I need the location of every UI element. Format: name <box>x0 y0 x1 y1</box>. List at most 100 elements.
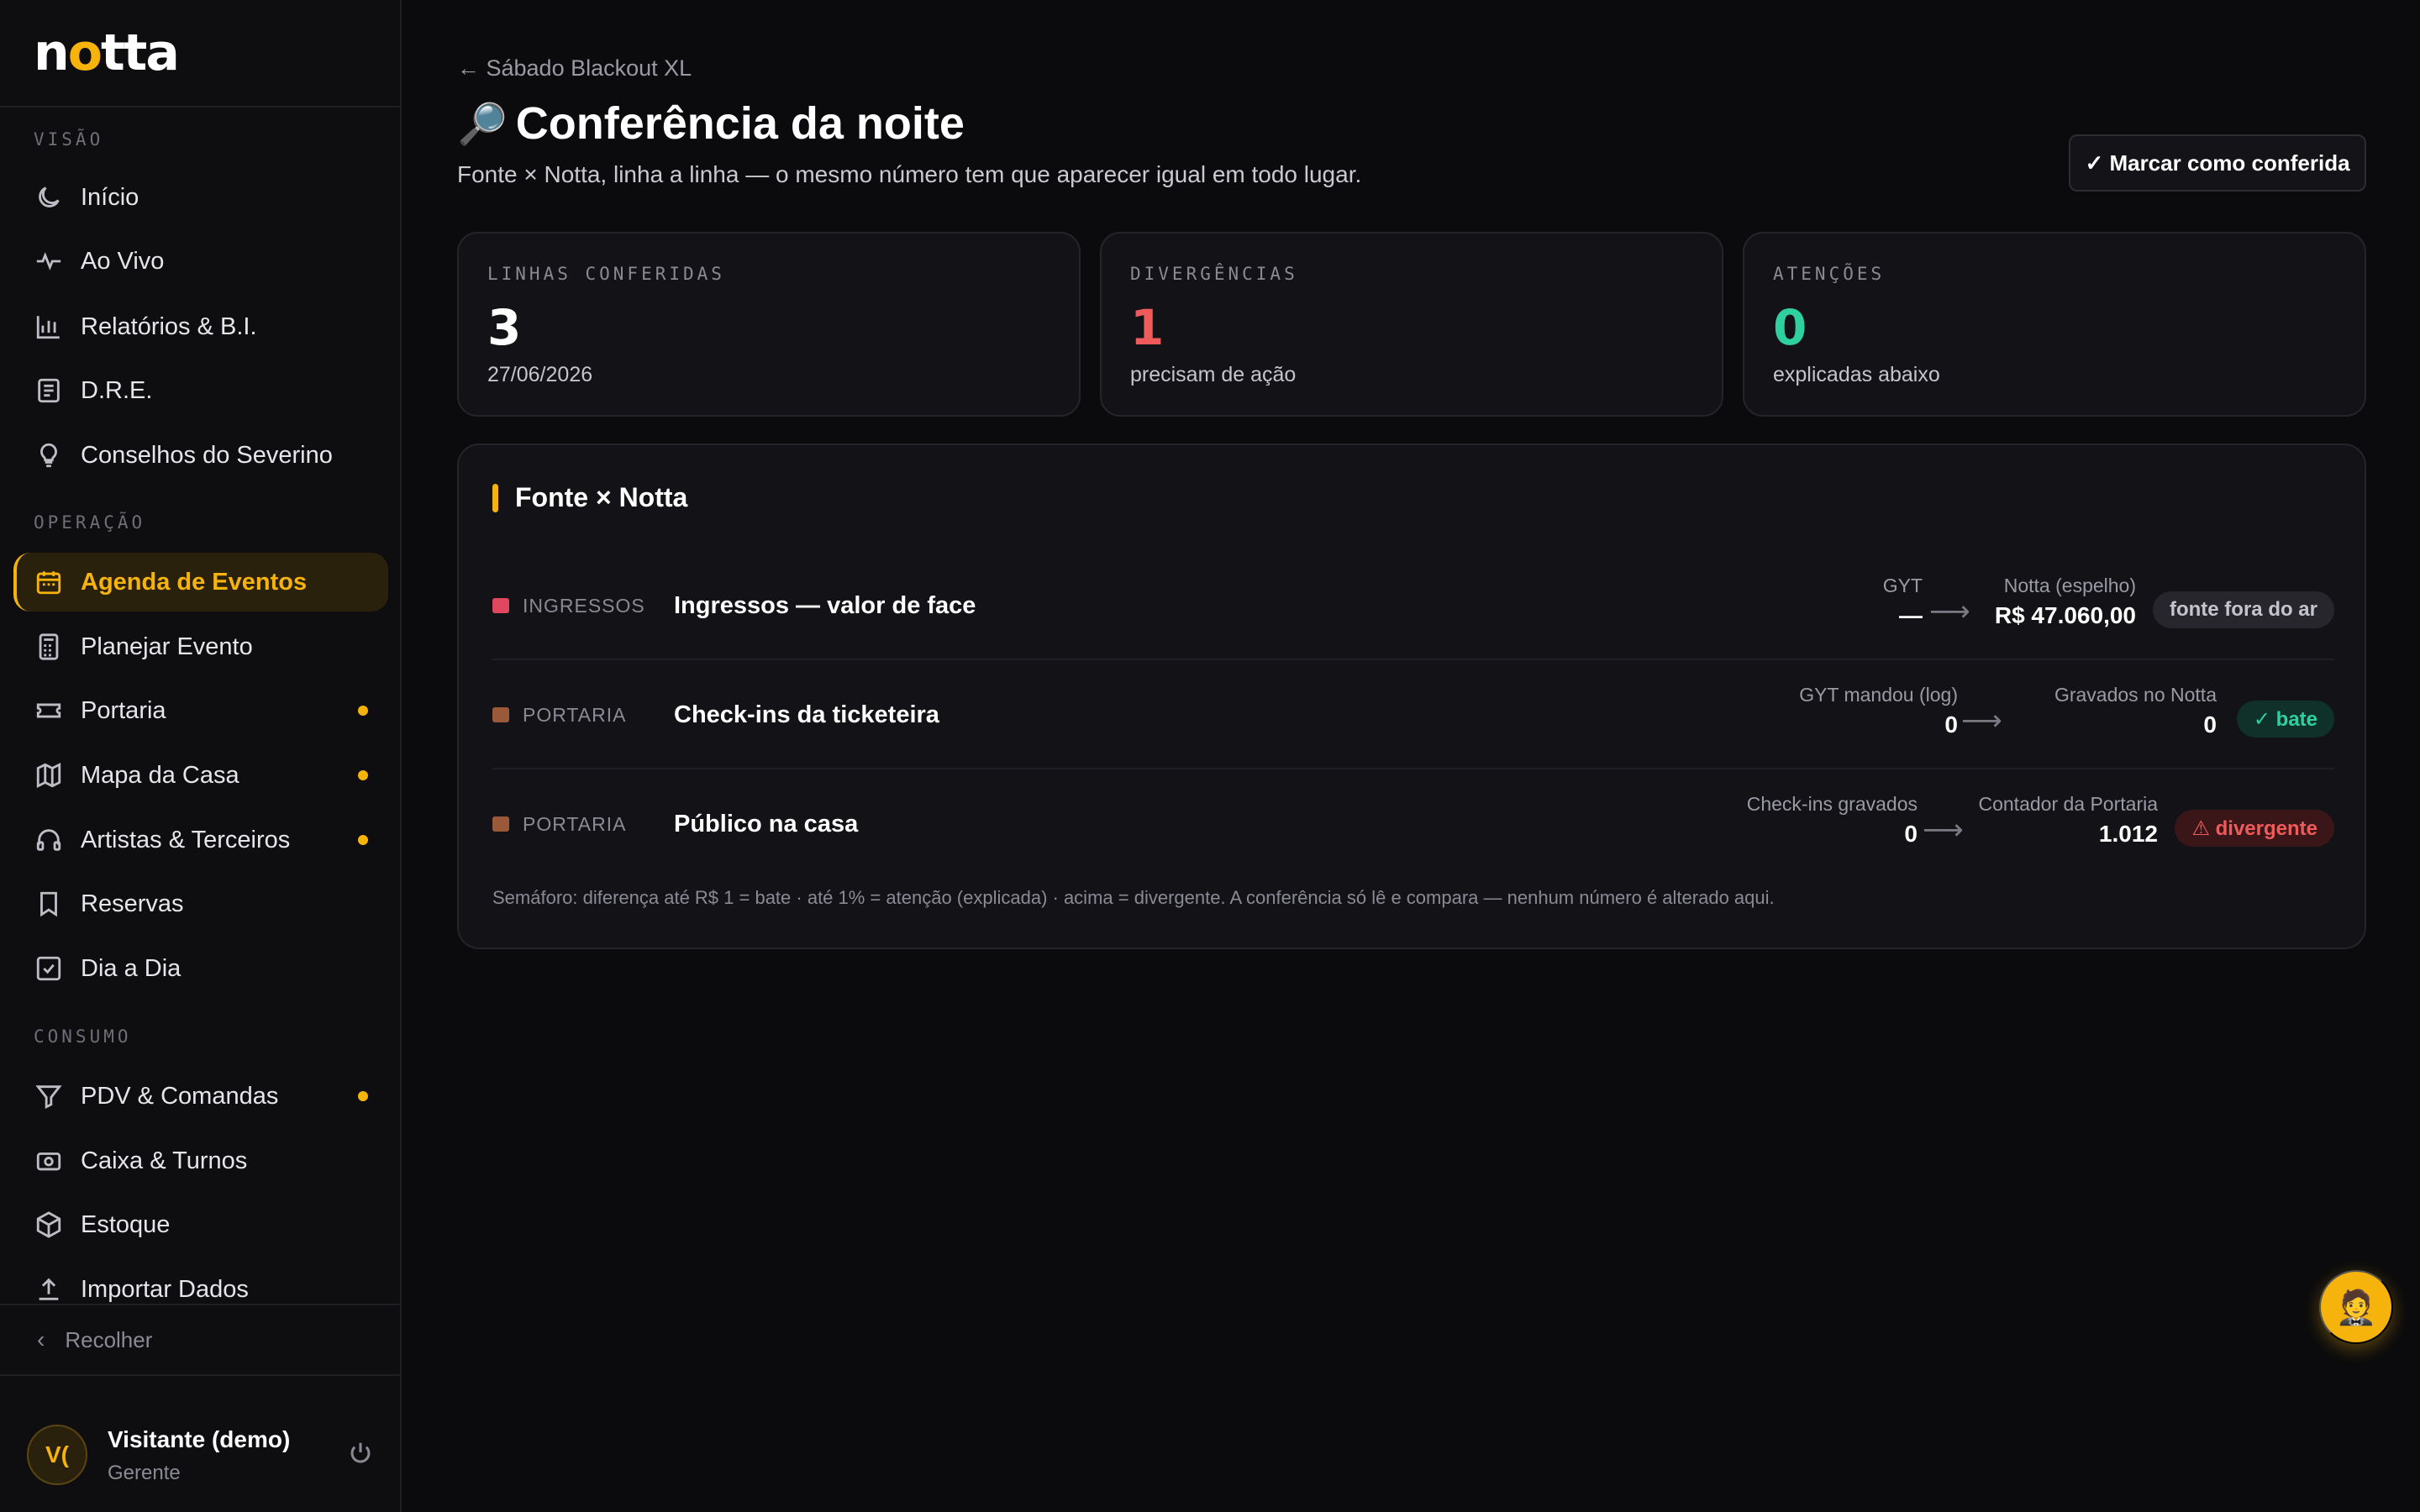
collapse-label: Recolher <box>65 1326 153 1352</box>
notification-dot <box>358 1091 368 1101</box>
page-subtitle: Fonte × Notta, linha a linha — o mesmo n… <box>457 161 1362 187</box>
cash-register-icon <box>34 1146 64 1176</box>
notification-dot <box>358 706 368 716</box>
page-title-text: Conferência da noite <box>515 98 965 149</box>
box-icon <box>34 1210 64 1240</box>
sidebar-item-importar-dados[interactable]: Importar Dados <box>13 1260 388 1304</box>
notta-logo[interactable]: notta <box>34 24 180 82</box>
sidebar-item-relatorios[interactable]: Relatórios & B.I. <box>13 297 388 356</box>
sidebar-item-dre[interactable]: D.R.E. <box>13 361 388 420</box>
table-row: INGRESSOS Ingressos — valor de face GYT … <box>492 551 2334 660</box>
door-icon <box>492 816 509 832</box>
accent-bar <box>492 483 498 512</box>
arrow-right-icon: ⟶ <box>1923 814 1964 846</box>
row-label: Ingressos — valor de face <box>674 591 976 619</box>
notification-dot <box>358 770 368 780</box>
sidebar-item-caixa-turnos[interactable]: Caixa & Turnos <box>13 1131 388 1190</box>
row-category: PORTARIA <box>492 769 626 879</box>
source-number: — <box>1899 602 1923 628</box>
section-label-operacao: OPERAÇÃO <box>34 512 146 533</box>
source-number: 0 <box>1944 711 1958 738</box>
sidebar-item-portaria[interactable]: Portaria <box>13 681 388 740</box>
panel-title: Fonte × Notta <box>492 482 687 513</box>
row-label: Público na casa <box>674 810 859 837</box>
logo-area: notta <box>0 0 400 108</box>
category-label: INGRESSOS <box>523 594 645 617</box>
calendar-icon <box>34 567 64 597</box>
sidebar-item-label: Agenda de Eventos <box>81 568 308 596</box>
category-label: PORTARIA <box>523 812 627 835</box>
assistant-fab-button[interactable]: 🤵 <box>2319 1270 2393 1344</box>
sidebar-item-mapa-da-casa[interactable]: Mapa da Casa <box>13 746 388 805</box>
source-label: GYT mandou (log) <box>1799 684 1958 706</box>
mark-as-checked-button[interactable]: ✓ Marcar como conferida <box>2069 134 2366 192</box>
row-category: PORTARIA <box>492 660 626 769</box>
source-label: GYT <box>1882 575 1923 596</box>
notification-dot <box>358 835 368 845</box>
destination-number: R$ 47.060,00 <box>1994 602 2136 628</box>
moon-icon <box>34 182 64 213</box>
table-row: PORTARIA Check-ins da ticketeira GYT man… <box>492 660 2334 769</box>
map-icon <box>34 760 64 790</box>
sidebar-item-label: D.R.E. <box>81 376 153 404</box>
sidebar-item-label: Artistas & Terceiros <box>81 826 291 853</box>
door-icon <box>492 707 509 722</box>
document-icon <box>34 375 64 406</box>
avatar[interactable]: V( <box>27 1425 87 1485</box>
back-link[interactable]: ← Sábado Blackout XL <box>457 55 692 81</box>
source-value: Check-ins gravados 0 <box>1747 793 1918 848</box>
sidebar-item-dia-a-dia[interactable]: Dia a Dia <box>13 939 388 998</box>
sidebar-item-inicio[interactable]: Início <box>13 168 388 227</box>
sidebar-item-ao-vivo[interactable]: Ao Vivo <box>13 232 388 291</box>
stat-value: 3 <box>487 299 522 356</box>
sidebar-item-label: Início <box>81 183 139 211</box>
ticket-icon <box>492 598 509 613</box>
stat-card-divergencias: DIVERGÊNCIAS 1 precisam de ação <box>1100 232 1723 417</box>
sidebar-item-agenda-de-eventos[interactable]: Agenda de Eventos <box>13 553 388 612</box>
collapse-sidebar-button[interactable]: ‹ Recolher <box>0 1304 400 1376</box>
sidebar-item-label: Reservas <box>81 890 184 917</box>
sidebar-item-label: Planejar Evento <box>81 633 253 660</box>
arrow-right-icon: ⟶ <box>1961 705 2002 737</box>
destination-value: Notta (espelho) R$ 47.060,00 <box>1995 575 2136 629</box>
source-label: Check-ins gravados <box>1746 793 1918 815</box>
stat-sub: precisam de ação <box>1130 363 1297 386</box>
ticket-icon <box>34 696 64 726</box>
sidebar-item-reservas[interactable]: Reservas <box>13 874 388 933</box>
sidebar-nav: VISÃO Início Ao Vivo Relatórios & B.I. D… <box>0 109 400 1304</box>
sidebar-item-planejar-evento[interactable]: Planejar Evento <box>13 617 388 676</box>
source-value: GYT — <box>1883 575 1923 629</box>
sidebar-item-estoque[interactable]: Estoque <box>13 1195 388 1254</box>
status-badge: ⚠ divergente <box>2175 810 2334 847</box>
sidebar-item-label: Dia a Dia <box>81 954 182 982</box>
status-badge: ✓ bate <box>2236 701 2334 738</box>
sidebar-item-label: Portaria <box>81 696 166 724</box>
power-icon[interactable] <box>348 1440 378 1470</box>
panel-title-text: Fonte × Notta <box>515 482 688 512</box>
stat-sub: 27/06/2026 <box>487 363 593 386</box>
sidebar-item-conselhos[interactable]: Conselhos do Severino <box>13 426 388 485</box>
source-number: 0 <box>1904 821 1918 847</box>
sidebar-item-artistas[interactable]: Artistas & Terceiros <box>13 811 388 869</box>
source-value: GYT mandou (log) 0 <box>1799 684 1958 738</box>
status-badge: fonte fora do ar <box>2152 591 2334 628</box>
stat-card-atencoes: ATENÇÕES 0 explicadas abaixo <box>1743 232 2366 417</box>
row-label: Check-ins da ticketeira <box>674 701 939 728</box>
user-role: Gerente <box>108 1462 181 1484</box>
funnel-icon <box>34 1081 64 1111</box>
bar-chart-icon <box>34 312 64 342</box>
sidebar-item-label: Relatórios & B.I. <box>81 312 257 340</box>
stat-label: LINHAS CONFERIDAS <box>487 264 725 284</box>
upload-icon <box>34 1274 64 1304</box>
user-profile: V( Visitante (demo) Gerente <box>0 1378 400 1512</box>
sidebar-item-label: PDV & Comandas <box>81 1082 279 1110</box>
sidebar-item-pdv-comandas[interactable]: PDV & Comandas <box>13 1067 388 1126</box>
sidebar-item-label: Importar Dados <box>81 1275 249 1303</box>
destination-label: Gravados no Notta <box>2054 684 2217 706</box>
sidebar-item-label: Caixa & Turnos <box>81 1147 248 1174</box>
row-category: INGRESSOS <box>492 551 645 660</box>
sidebar-item-label: Ao Vivo <box>81 247 165 275</box>
user-name: Visitante (demo) <box>108 1426 291 1452</box>
section-label-consumo: CONSUMO <box>34 1026 132 1047</box>
category-label: PORTARIA <box>523 703 627 726</box>
